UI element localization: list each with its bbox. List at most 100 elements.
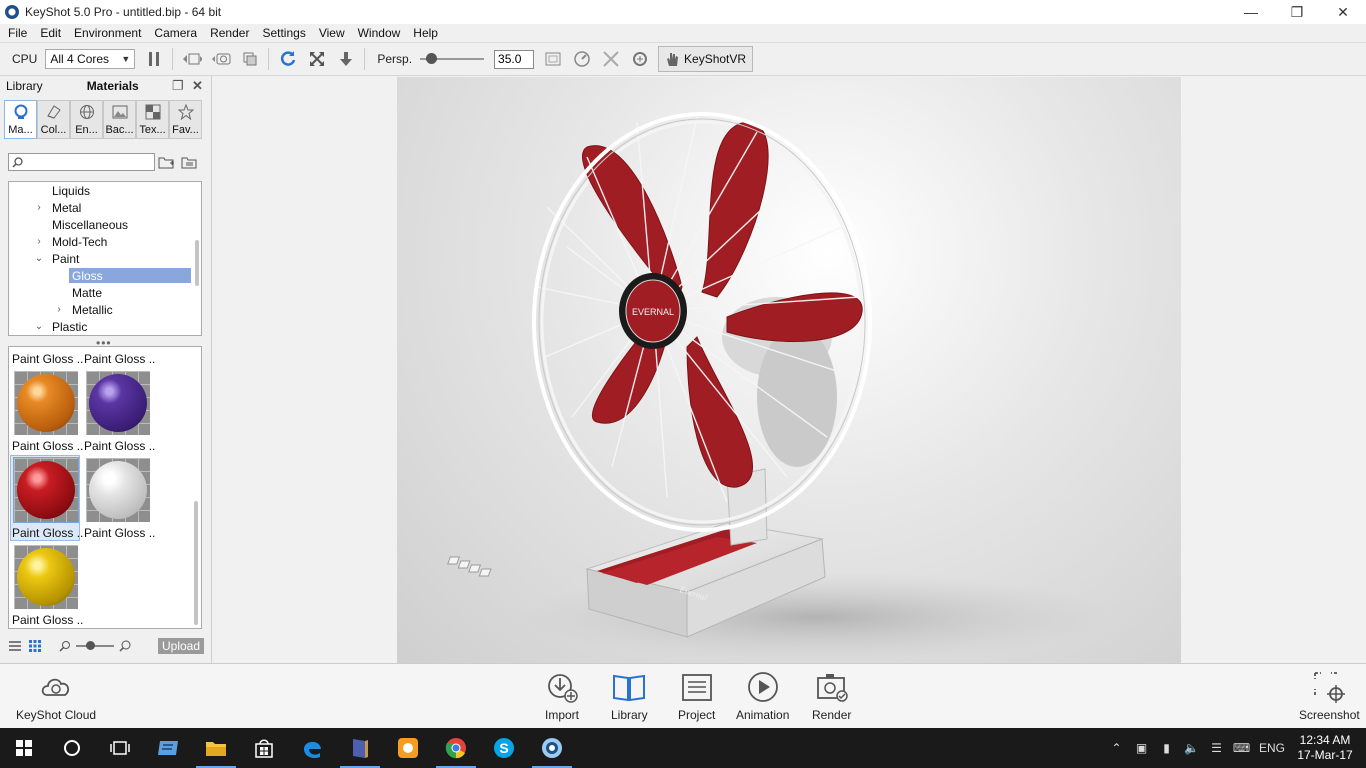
volume-icon[interactable]: 🔈: [1179, 741, 1204, 755]
action-center-icon[interactable]: ☰: [1204, 741, 1229, 755]
thumbnail-label[interactable]: Paint Gloss ...: [12, 613, 84, 627]
material-thumbnail-purple[interactable]: [86, 371, 150, 435]
thumbnail-label[interactable]: Paint Gloss ...: [12, 352, 84, 366]
fov-slider[interactable]: [420, 53, 485, 64]
tree-item-plastic[interactable]: ⌄ Plastic: [9, 318, 201, 335]
menu-edit[interactable]: Edit: [32, 26, 66, 40]
screenshot-button-dock[interactable]: Screenshot: [1299, 670, 1360, 722]
cpu-cores-select[interactable]: All 4 Cores ▼: [45, 49, 136, 69]
store-button[interactable]: [240, 728, 288, 768]
region-render-button[interactable]: [543, 49, 563, 69]
render-button[interactable]: Render: [812, 670, 851, 722]
material-thumbnail-white[interactable]: [86, 458, 150, 522]
animation-button[interactable]: Animation: [736, 670, 789, 722]
menu-view[interactable]: View: [311, 26, 350, 40]
drop-to-ground-button[interactable]: [336, 49, 356, 69]
tree-scrollbar[interactable]: [195, 240, 199, 286]
clock[interactable]: 12:34 AM 17-Mar-17: [1290, 733, 1360, 763]
fov-input[interactable]: [494, 49, 535, 69]
copy-button[interactable]: [240, 49, 260, 69]
slider-knob[interactable]: [86, 641, 95, 650]
import-button[interactable]: Import: [545, 670, 579, 722]
screenshot-button[interactable]: [211, 49, 231, 69]
keyshotvr-button[interactable]: KeyShotVR: [658, 46, 754, 72]
file-explorer-button[interactable]: [192, 728, 240, 768]
folder-options-button[interactable]: [181, 154, 198, 169]
category-tab-materials[interactable]: Ma...: [4, 100, 37, 139]
material-thumbnail-red[interactable]: [13, 457, 79, 523]
refresh-button[interactable]: [278, 49, 298, 69]
pause-render-button[interactable]: [144, 49, 164, 69]
performance-mode-button[interactable]: [572, 49, 592, 69]
tree-item-paint[interactable]: ⌄ Paint: [9, 250, 201, 267]
chevron-right-icon[interactable]: ›: [33, 236, 45, 247]
undock-icon[interactable]: ❐: [172, 78, 184, 94]
thumbnail-size-slider[interactable]: [76, 641, 114, 650]
category-tab-environments[interactable]: En...: [70, 100, 103, 139]
zoom-out-icon[interactable]: [58, 639, 72, 653]
thumbnail-label[interactable]: Paint Gloss ...: [84, 526, 156, 540]
render-viewport[interactable]: Evernal EVERNAL: [213, 77, 1366, 663]
skype-button[interactable]: S: [480, 728, 528, 768]
grid-view-icon[interactable]: [28, 639, 42, 653]
thumbnail-label[interactable]: Paint Gloss ...: [12, 526, 84, 540]
library-button[interactable]: Library: [611, 670, 648, 722]
minimize-button[interactable]: —: [1228, 0, 1274, 24]
tree-item-miscellaneous[interactable]: Miscellaneous: [9, 216, 201, 233]
project-button[interactable]: Project: [678, 670, 715, 722]
menu-render[interactable]: Render: [202, 26, 254, 40]
category-tab-favorites[interactable]: Fav...: [169, 100, 202, 139]
tab-materials[interactable]: Materials: [81, 79, 145, 93]
category-tab-textures[interactable]: Tex...: [136, 100, 169, 139]
tree-item-mold-tech[interactable]: › Mold-Tech: [9, 233, 201, 250]
keyshot-cloud-button[interactable]: KeyShot Cloud: [16, 670, 96, 722]
library-search-input[interactable]: [8, 153, 155, 171]
show-hidden-icons-icon[interactable]: ⌃: [1104, 741, 1129, 755]
windows-start-button[interactable]: [0, 728, 48, 768]
tab-library[interactable]: Library: [0, 79, 49, 93]
slider-knob[interactable]: [426, 53, 438, 64]
close-panel-icon[interactable]: ✕: [192, 78, 203, 94]
menu-settings[interactable]: Settings: [254, 26, 310, 40]
keyboard-icon[interactable]: ⌨: [1229, 741, 1254, 755]
category-tab-backplates[interactable]: Bac...: [103, 100, 136, 139]
upload-button[interactable]: Upload: [158, 638, 204, 654]
close-button[interactable]: ✕: [1320, 0, 1366, 24]
thumbnail-label[interactable]: Paint Gloss ...: [84, 352, 156, 366]
chevron-right-icon[interactable]: ›: [53, 304, 65, 315]
chevron-down-icon[interactable]: ⌄: [33, 253, 45, 264]
list-view-icon[interactable]: [8, 639, 22, 653]
menu-window[interactable]: Window: [350, 26, 406, 40]
book-app-button[interactable]: [336, 728, 384, 768]
fit-view-button[interactable]: [307, 49, 327, 69]
thumbnail-scrollbar[interactable]: [194, 501, 198, 625]
tree-item-metallic[interactable]: › Metallic: [9, 301, 201, 318]
sync-button[interactable]: [630, 49, 650, 69]
task-view-button[interactable]: [96, 728, 144, 768]
chevron-right-icon[interactable]: ›: [33, 202, 45, 213]
thumbnail-label[interactable]: Paint Gloss ...: [84, 439, 156, 453]
uc-browser-button[interactable]: [384, 728, 432, 768]
geometry-view-button[interactable]: [601, 49, 621, 69]
menu-camera[interactable]: Camera: [146, 26, 202, 40]
tree-item-matte[interactable]: Matte: [9, 284, 201, 301]
network-icon[interactable]: ▣: [1129, 741, 1154, 755]
material-thumbnail-orange[interactable]: [14, 371, 78, 435]
presentation-mode-button[interactable]: [182, 49, 203, 69]
thumbnail-label[interactable]: Paint Gloss ...: [12, 439, 84, 453]
menu-help[interactable]: Help: [405, 26, 443, 40]
category-tab-colors[interactable]: Col...: [37, 100, 70, 139]
keyshot-taskbar-button[interactable]: [528, 728, 576, 768]
zoom-in-icon[interactable]: [118, 639, 132, 653]
menu-environment[interactable]: Environment: [66, 26, 146, 40]
chevron-down-icon[interactable]: ⌄: [33, 321, 45, 332]
edge-button[interactable]: [288, 728, 336, 768]
material-thumbnail-yellow[interactable]: [14, 545, 78, 609]
tree-item-metal[interactable]: › Metal: [9, 199, 201, 216]
add-folder-button[interactable]: [158, 154, 175, 169]
tree-item-liquids[interactable]: Liquids: [9, 182, 201, 199]
battery-icon[interactable]: ▮: [1154, 741, 1179, 755]
menu-file[interactable]: File: [0, 26, 32, 40]
chrome-button[interactable]: [432, 728, 480, 768]
realtime-render-view[interactable]: Evernal EVERNAL: [397, 77, 1181, 663]
